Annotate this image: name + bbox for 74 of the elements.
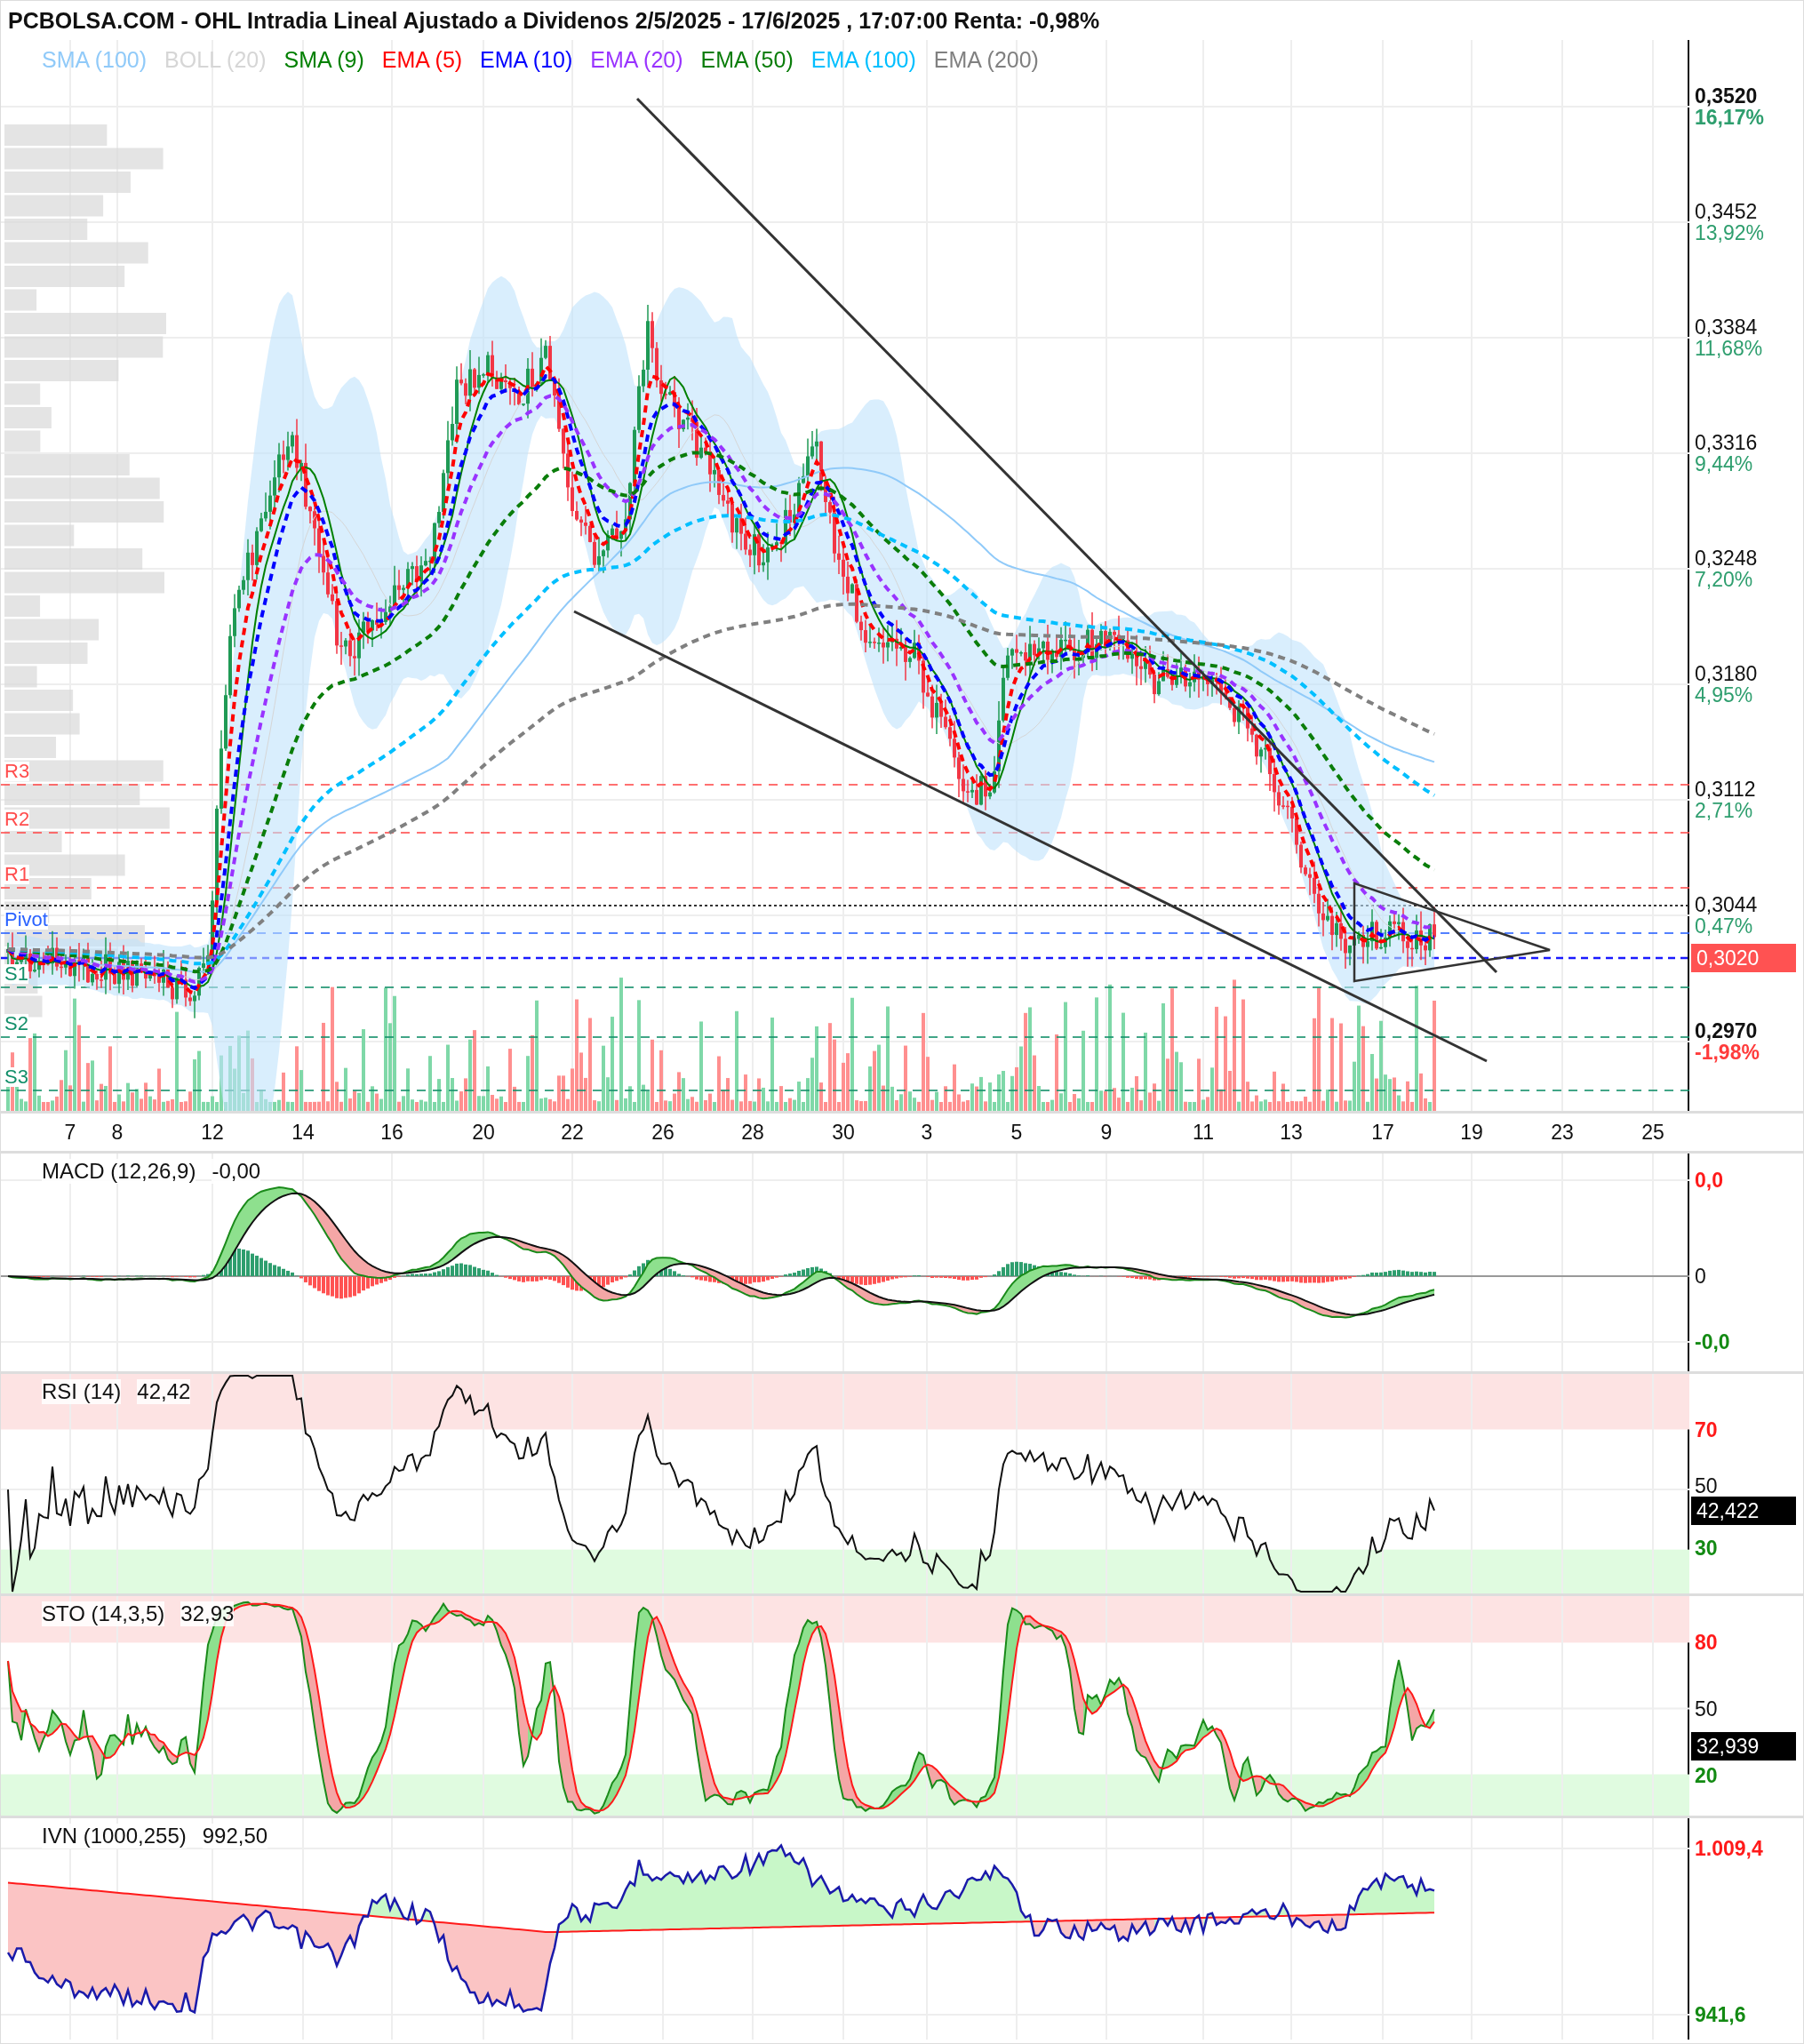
date-label: 12 [201, 1121, 224, 1145]
date-label: 13 [1280, 1121, 1303, 1145]
pivot-label: R1 [4, 865, 30, 884]
axis-label: 50 [1695, 1473, 1718, 1498]
axis-label: 70 [1695, 1417, 1718, 1442]
legend-item: EMA (50) [700, 47, 794, 73]
price-label: 0,3520 [1695, 85, 1759, 107]
indicator-name: STO (14,3,5) [42, 1601, 165, 1626]
pivot-label: S3 [4, 1067, 28, 1087]
axis-label: 30 [1695, 1536, 1718, 1561]
axis-label: 50 [1695, 1697, 1718, 1721]
legend-item: SMA (9) [283, 47, 364, 73]
pivot-label: R3 [4, 762, 30, 781]
percent-change-label: 11,68% [1695, 338, 1763, 359]
date-label: 8 [111, 1121, 124, 1145]
axis-label: 0,0 [1695, 1168, 1723, 1193]
indicator-value: -0,00 [212, 1159, 261, 1184]
price-label: 0,3452 [1695, 201, 1759, 222]
date-label: 11 [1193, 1121, 1214, 1145]
current-value-badge: 32,939 [1691, 1732, 1796, 1761]
percent-change-label: 9,44% [1695, 453, 1754, 475]
axis-label: 1.009,4 [1695, 1836, 1763, 1861]
percent-change-label: 13,92% [1695, 222, 1764, 244]
indicator-name: RSI (14) [42, 1379, 122, 1404]
date-label: 3 [921, 1121, 933, 1145]
pivot-label: S1 [4, 964, 28, 984]
legend-item: SMA (100) [42, 47, 148, 73]
legend-item: EMA (100) [810, 47, 916, 73]
price-label: 0,3112 [1695, 778, 1756, 800]
date-label: 5 [1010, 1121, 1023, 1145]
current-value-badge: 42,422 [1691, 1497, 1796, 1525]
date-label: 26 [651, 1121, 675, 1145]
percent-change-label: 4,95% [1695, 684, 1754, 706]
indicator-value: 992,50 [202, 1824, 268, 1848]
price-label: 0,3248 [1695, 547, 1758, 569]
date-label: 20 [472, 1121, 495, 1145]
indicator-name: IVN (1000,255) [42, 1824, 187, 1848]
date-label: 22 [561, 1121, 584, 1145]
date-label: 30 [832, 1121, 855, 1145]
percent-change-label: 2,71% [1695, 800, 1754, 821]
axis-label: 20 [1695, 1763, 1718, 1788]
axis-label: 0 [1695, 1264, 1706, 1289]
axis-label: 941,6 [1695, 2002, 1746, 2027]
date-label: 14 [291, 1121, 315, 1145]
date-label: 23 [1551, 1121, 1574, 1145]
pivot-label: Pivot [4, 910, 48, 930]
date-label: 28 [741, 1121, 764, 1145]
date-label: 9 [1100, 1121, 1113, 1145]
price-label: 0,3384 [1695, 316, 1759, 338]
indicator-value: 32,93 [180, 1601, 235, 1626]
legend-item: EMA (10) [480, 47, 573, 73]
percent-change-label: -1,98% [1695, 1042, 1760, 1063]
indicator-name: MACD (12,26,9) [42, 1159, 196, 1184]
price-label: 0,2970 [1695, 1020, 1759, 1042]
price-label: 0,3044 [1695, 894, 1758, 915]
legend-item: EMA (200) [933, 47, 1039, 73]
legend-item: EMA (20) [590, 47, 683, 73]
price-label: 0,3180 [1695, 663, 1758, 684]
axis-label: 80 [1695, 1630, 1718, 1655]
pivot-label: R2 [4, 810, 30, 829]
price-label: 0,3316 [1695, 432, 1758, 453]
percent-change-label: 0,47% [1695, 915, 1754, 937]
last-price-badge: 0,3020 [1691, 944, 1796, 972]
legend-item: EMA (5) [381, 47, 463, 73]
percent-change-label: 7,20% [1695, 569, 1754, 590]
date-label: 7 [64, 1121, 76, 1145]
date-label: 25 [1641, 1121, 1664, 1145]
axis-label: -0,0 [1695, 1329, 1730, 1354]
date-label: 16 [380, 1121, 403, 1145]
chart-title: PCBOLSA.COM - OHL Intradia Lineal Ajustado a Dividenos 2/5/2025 - 17/6/2025 , 17:07:00 Renta: -0,98% [7, 6, 1101, 35]
indicator-value: 42,42 [137, 1379, 191, 1404]
date-label: 17 [1371, 1121, 1394, 1145]
percent-change-label: 16,17% [1695, 107, 1764, 128]
date-label: 19 [1460, 1121, 1483, 1145]
